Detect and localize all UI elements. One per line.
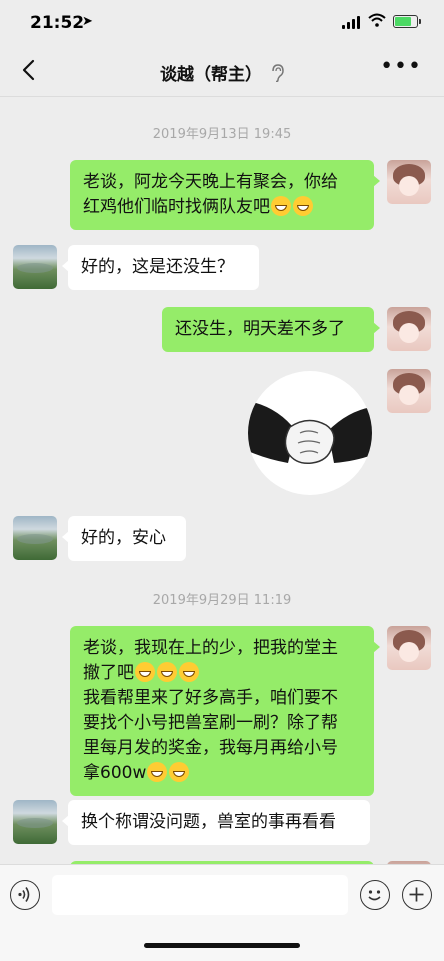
message-bubble-other[interactable]: 好的，这是还没生？ — [62, 245, 259, 290]
status-bar: 21:52 ➤ — [0, 0, 444, 46]
chat-header: 谈越（帮主） ••• — [0, 46, 444, 97]
message-bubble-other[interactable]: 换个称谓没问题，兽室的事再看看 — [62, 800, 370, 845]
contact-avatar[interactable] — [13, 800, 57, 844]
message-text: 好的，这是还没生？ — [81, 257, 234, 277]
status-time: 21:52 — [30, 13, 85, 33]
chat-title: 谈越（帮主） — [160, 65, 262, 85]
chat-history[interactable]: 2019年9月13日 19:45 老谈，阿龙今天晚上有聚会，你给 红鸡他们临时找… — [0, 97, 444, 864]
message-text: 我看帮里来了好多高手，咱们要不 — [83, 688, 338, 708]
handshake-sticker-icon — [248, 401, 372, 465]
message-text: 里每月发的奖金，我每月再给小号 — [83, 738, 338, 758]
ear-icon — [272, 63, 284, 82]
signal-icon — [342, 16, 360, 29]
grin-emoji-icon — [179, 662, 199, 682]
self-avatar[interactable] — [387, 369, 431, 413]
grin-emoji-icon — [271, 196, 291, 216]
grin-emoji-icon — [157, 662, 177, 682]
chevron-left-icon[interactable] — [18, 58, 42, 82]
grin-emoji-icon — [135, 662, 155, 682]
message-text: 老谈，阿龙今天晚上有聚会，你给 — [83, 172, 338, 192]
more-icon[interactable]: ••• — [380, 56, 422, 78]
contact-avatar[interactable] — [13, 245, 57, 289]
grin-emoji-icon — [169, 762, 190, 782]
voice-icon[interactable] — [10, 880, 40, 910]
self-avatar[interactable] — [387, 626, 431, 670]
self-avatar[interactable] — [387, 307, 431, 351]
location-arrow-icon: ➤ — [82, 14, 93, 29]
message-text: 老谈，我现在上的少，把我的堂主 — [83, 638, 338, 658]
plus-icon[interactable] — [402, 880, 432, 910]
message-text: 红鸡他们临时找俩队友吧 — [83, 197, 270, 217]
grin-emoji-icon — [147, 762, 168, 782]
message-text: 要找个小号把兽室刷一刷？除了帮 — [83, 713, 338, 733]
sticker-image[interactable] — [248, 371, 372, 495]
message-input[interactable] — [52, 875, 348, 915]
contact-avatar[interactable] — [13, 516, 57, 560]
timestamp-1: 2019年9月13日 19:45 — [152, 127, 292, 142]
wifi-icon — [368, 13, 386, 27]
message-bubble-self[interactable]: 老谈，阿龙今天晚上有聚会，你给 红鸡他们临时找俩队友吧 — [70, 160, 380, 230]
battery-icon — [393, 15, 421, 28]
self-avatar[interactable] — [387, 160, 431, 204]
message-text: 撤了吧 — [83, 663, 134, 683]
grin-emoji-icon — [293, 196, 313, 216]
home-indicator[interactable] — [144, 943, 300, 948]
message-bubble-self[interactable]: 还没生，明天差不多了 — [162, 307, 380, 352]
message-text: 好的，安心 — [81, 528, 166, 548]
chat-title-group: 谈越（帮主） — [160, 60, 284, 85]
timestamp-2: 2019年9月29日 11:19 — [152, 593, 292, 608]
message-bubble-self[interactable]: 老谈，我现在上的少，把我的堂主 撤了吧 我看帮里来了好多高手，咱们要不 要找个小… — [70, 626, 380, 796]
message-text: 还没生，明天差不多了 — [175, 319, 345, 339]
message-text: 换个称谓没问题，兽室的事再看看 — [81, 812, 336, 832]
message-bubble-other[interactable]: 好的，安心 — [62, 516, 186, 561]
message-text: 拿600w — [83, 763, 147, 783]
emoji-icon[interactable] — [360, 880, 390, 910]
